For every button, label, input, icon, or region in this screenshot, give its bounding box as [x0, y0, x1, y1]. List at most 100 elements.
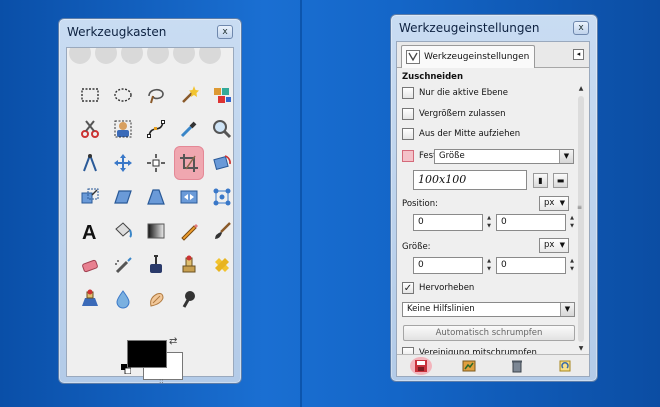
tool-button-color-picker[interactable]	[174, 112, 204, 146]
position-unit-select[interactable]: px ▼	[539, 196, 569, 211]
tool-button-text[interactable]: A	[75, 214, 105, 248]
bucket-fill-icon	[115, 222, 132, 238]
checkbox-highlight[interactable]	[402, 282, 414, 294]
tool-button-flip[interactable]	[174, 180, 204, 214]
heal-icon	[215, 258, 229, 272]
tool-button-pencil[interactable]	[174, 214, 204, 248]
position-y-input[interactable]: 0	[496, 214, 566, 231]
restore-options-button[interactable]	[458, 357, 480, 375]
tool-options-close-button[interactable]: x	[573, 21, 589, 35]
ink-icon	[150, 255, 162, 273]
option-from-center[interactable]: Aus der Mitte aufziehen	[402, 128, 520, 140]
tool-button-paintbrush[interactable]	[207, 214, 237, 248]
text-icon: A	[82, 222, 96, 242]
checkbox-active-layer[interactable]	[402, 87, 414, 99]
foreground-select-icon	[114, 120, 132, 138]
position-y-spinner[interactable]: ▲ ▼	[567, 214, 577, 231]
tool-button-foreground-select[interactable]	[108, 112, 138, 146]
tool-button-shear[interactable]	[108, 180, 138, 214]
measure-icon	[83, 154, 97, 172]
size-label: Größe:	[402, 242, 431, 252]
tool-button-move[interactable]	[108, 146, 138, 180]
option-allow-grow[interactable]: Vergrößern zulassen	[402, 108, 506, 120]
tool-button-scale[interactable]	[75, 180, 105, 214]
chevron-down-icon: ▼	[559, 150, 573, 163]
size-w-spinner[interactable]: ▲ ▼	[484, 257, 494, 274]
tool-button-rotate[interactable]	[207, 146, 237, 180]
reset-options-button[interactable]	[554, 357, 576, 375]
tool-button-blend[interactable]	[141, 214, 171, 248]
tool-button-bucket-fill[interactable]	[108, 214, 138, 248]
tool-button-crop[interactable]	[174, 146, 204, 180]
foreground-color-swatch[interactable]	[127, 340, 167, 368]
guides-select[interactable]: Keine Hilfslinien ▼	[402, 302, 575, 317]
tool-button-measure[interactable]	[75, 146, 105, 180]
reset-options-icon	[559, 360, 571, 371]
option-active-layer[interactable]: Nur die aktive Ebene	[402, 87, 508, 99]
fixed-size-entry[interactable]: 100x100	[413, 170, 527, 190]
paintbrush-icon	[215, 222, 231, 239]
checkbox-from-center[interactable]	[402, 128, 414, 140]
tool-button-clone[interactable]	[174, 248, 204, 282]
blur-icon	[116, 290, 130, 309]
eraser-icon	[82, 259, 98, 273]
tool-button-heal[interactable]	[207, 248, 237, 282]
tool-button-perspective[interactable]	[141, 180, 171, 214]
size-h-input[interactable]: 0	[496, 257, 566, 274]
tool-button-ink[interactable]	[141, 248, 171, 282]
swap-colors-icon[interactable]: ⇄	[169, 336, 177, 347]
tool-button-paths[interactable]	[141, 112, 171, 146]
tool-button-blur[interactable]	[108, 282, 138, 316]
toolbox-titlebar[interactable]: Werkzeugkasten x	[59, 19, 241, 45]
auto-shrink-button[interactable]: Automatisch schrumpfen	[403, 325, 575, 341]
tool-button-eraser[interactable]	[75, 248, 105, 282]
toolbox-window: Werkzeugkasten x A ⇄ ::	[58, 18, 242, 385]
smudge-icon	[150, 293, 164, 307]
checkbox-fixed[interactable]	[402, 150, 414, 162]
tool-button-airbrush[interactable]	[108, 248, 138, 282]
chevron-down-icon: ▼	[559, 241, 565, 249]
tool-button-lasso-select[interactable]	[141, 78, 171, 112]
tool-button-rect-select[interactable]	[75, 78, 105, 112]
zoom-icon	[213, 120, 232, 139]
resize-grip[interactable]: ::	[159, 377, 164, 385]
tool-button-ellipse-select[interactable]	[108, 78, 138, 112]
tab-menu-icon[interactable]: ◂	[573, 49, 584, 60]
tool-button-scissors-select[interactable]	[75, 112, 105, 146]
tab-tool-options[interactable]: Werkzeugeinstellungen	[401, 45, 536, 68]
scroll-up-icon[interactable]: ▲	[576, 84, 586, 94]
blend-icon	[147, 223, 165, 239]
tool-options-window: Werkzeugeinstellungen x Werkzeugeinstell…	[390, 14, 598, 382]
position-x-spinner[interactable]: ▲ ▼	[484, 214, 494, 231]
position-x-input[interactable]: 0	[413, 214, 483, 231]
toolbox-close-button[interactable]: x	[217, 25, 233, 39]
size-unit-select[interactable]: px ▼	[539, 238, 569, 253]
tool-button-fuzzy-select[interactable]	[174, 78, 204, 112]
delete-options-button[interactable]	[506, 357, 528, 375]
tool-button-zoom[interactable]	[207, 112, 237, 146]
size-h-spinner[interactable]: ▲ ▼	[567, 257, 577, 274]
position-label: Position:	[402, 199, 438, 209]
fixed-mode-select[interactable]: Größe ▼	[434, 149, 574, 164]
option-highlight[interactable]: Hervorheben	[402, 282, 474, 294]
save-options-button[interactable]	[410, 356, 432, 375]
checkbox-allow-grow[interactable]	[402, 108, 414, 120]
size-w-input[interactable]: 0	[413, 257, 483, 274]
toolbox-panel: A ⇄	[66, 47, 237, 380]
tool-options-titlebar[interactable]: Werkzeugeinstellungen x	[391, 15, 597, 41]
tool-button-smudge[interactable]	[141, 282, 171, 316]
default-colors-icon[interactable]	[121, 364, 131, 374]
vertical-scrollbar[interactable]: ▲ ≡ ▼	[576, 84, 586, 354]
landscape-icon[interactable]: ▬	[553, 173, 568, 188]
scroll-grip-icon[interactable]: ≡	[577, 204, 585, 212]
tool-button-color-select[interactable]	[207, 78, 237, 112]
scroll-track[interactable]	[578, 96, 584, 342]
tool-button-perspective-clone[interactable]	[75, 282, 105, 316]
clone-icon	[182, 255, 196, 273]
scroll-down-icon[interactable]: ▼	[576, 344, 586, 354]
tool-button-dodge-burn[interactable]	[174, 282, 204, 316]
tool-button-align[interactable]	[141, 146, 171, 180]
restore-options-icon	[462, 360, 476, 371]
portrait-icon[interactable]: ▮	[533, 173, 548, 188]
tool-button-cage-transform[interactable]	[207, 180, 237, 214]
